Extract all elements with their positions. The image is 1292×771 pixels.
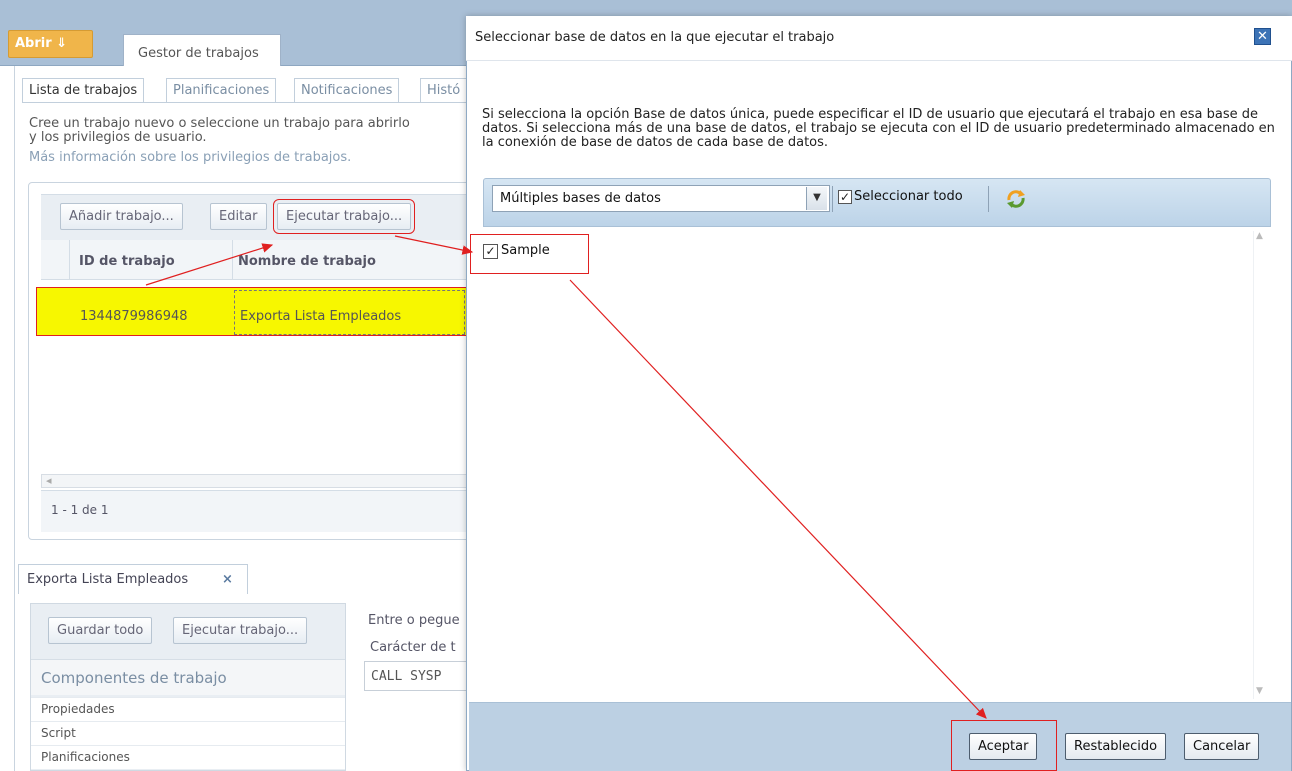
pager-text: 1 - 1 de 1 [51, 503, 109, 517]
chevron-down-icon[interactable]: ▼ [806, 187, 827, 210]
tab-job-editor[interactable]: Exporta Lista Empleados [18, 564, 248, 594]
script-instructions: Entre o pegue [368, 613, 460, 628]
scroll-up-icon[interactable]: ▲ [1256, 231, 1263, 241]
script-editor[interactable]: CALL SYSP [364, 661, 468, 691]
toolbar-separator [832, 186, 833, 212]
components-title: Componentes de trabajo [31, 659, 345, 695]
add-job-button[interactable]: Añadir trabajo... [60, 203, 183, 230]
component-item-script[interactable]: Script [31, 721, 345, 745]
select-all-label[interactable]: Seleccionar todo [854, 189, 963, 204]
dialog-footer [469, 702, 1291, 771]
column-divider [69, 240, 70, 280]
column-header-id[interactable]: ID de trabajo [79, 254, 175, 269]
tab-job-manager[interactable]: Gestor de trabajos [123, 34, 281, 67]
database-list [469, 228, 1271, 700]
scroll-down-icon[interactable]: ▼ [1256, 686, 1263, 696]
vertical-scrollbar[interactable] [1253, 231, 1270, 699]
horizontal-scrollbar[interactable] [41, 474, 471, 488]
database-mode-select[interactable]: Múltiples bases de datos [492, 185, 830, 212]
reset-button[interactable]: Restablecido [1065, 733, 1167, 760]
delimiter-label: Carácter de t [370, 640, 456, 655]
run-job-button-editor[interactable]: Ejecutar trabajo... [173, 617, 308, 644]
cancel-button[interactable]: Cancelar [1184, 733, 1260, 760]
toolbar-separator [988, 186, 989, 212]
privileges-link[interactable]: Más información sobre los privilegios de… [29, 150, 474, 165]
annotation-box-ok [951, 720, 1057, 771]
dialog-description: Si selecciona la opción Base de datos ún… [482, 107, 1275, 150]
component-item-properties[interactable]: Propiedades [31, 697, 345, 721]
tab-job-list[interactable]: Lista de trabajos [22, 78, 145, 103]
save-all-button[interactable]: Guardar todo [48, 617, 153, 644]
edit-button[interactable]: Editar [210, 203, 267, 230]
intro-text: Cree un trabajo nuevo o seleccione un tr… [29, 117, 474, 145]
run-job-button[interactable]: Ejecutar trabajo... [272, 199, 416, 234]
tab-notifications[interactable]: Notificaciones [294, 78, 400, 102]
dialog-title: Seleccionar base de datos en la que ejec… [475, 30, 835, 45]
select-all-checkbox[interactable]: ✓ [838, 190, 852, 204]
intro-line-2: y los privilegios de usuario. [29, 130, 207, 145]
intro-line-1: Cree un trabajo nuevo o seleccione un tr… [29, 117, 410, 131]
tab-divider [22, 102, 472, 103]
component-item-schedules[interactable]: Planificaciones [31, 745, 345, 769]
cell-job-name[interactable]: Exporta Lista Empleados [240, 309, 401, 324]
column-header-name[interactable]: Nombre de trabajo [238, 254, 376, 269]
close-icon[interactable]: ✕ [1254, 28, 1271, 45]
close-icon[interactable]: × [222, 572, 233, 587]
refresh-icon[interactable] [1003, 186, 1029, 212]
column-divider [232, 240, 233, 280]
annotation-box-sample [470, 234, 589, 274]
scroll-left-icon[interactable]: ◂ [46, 474, 52, 487]
cell-job-id[interactable]: 1344879986948 [80, 309, 188, 324]
tab-schedules[interactable]: Planificaciones [166, 78, 277, 102]
open-button[interactable]: Abrir ⇓ [8, 30, 93, 58]
